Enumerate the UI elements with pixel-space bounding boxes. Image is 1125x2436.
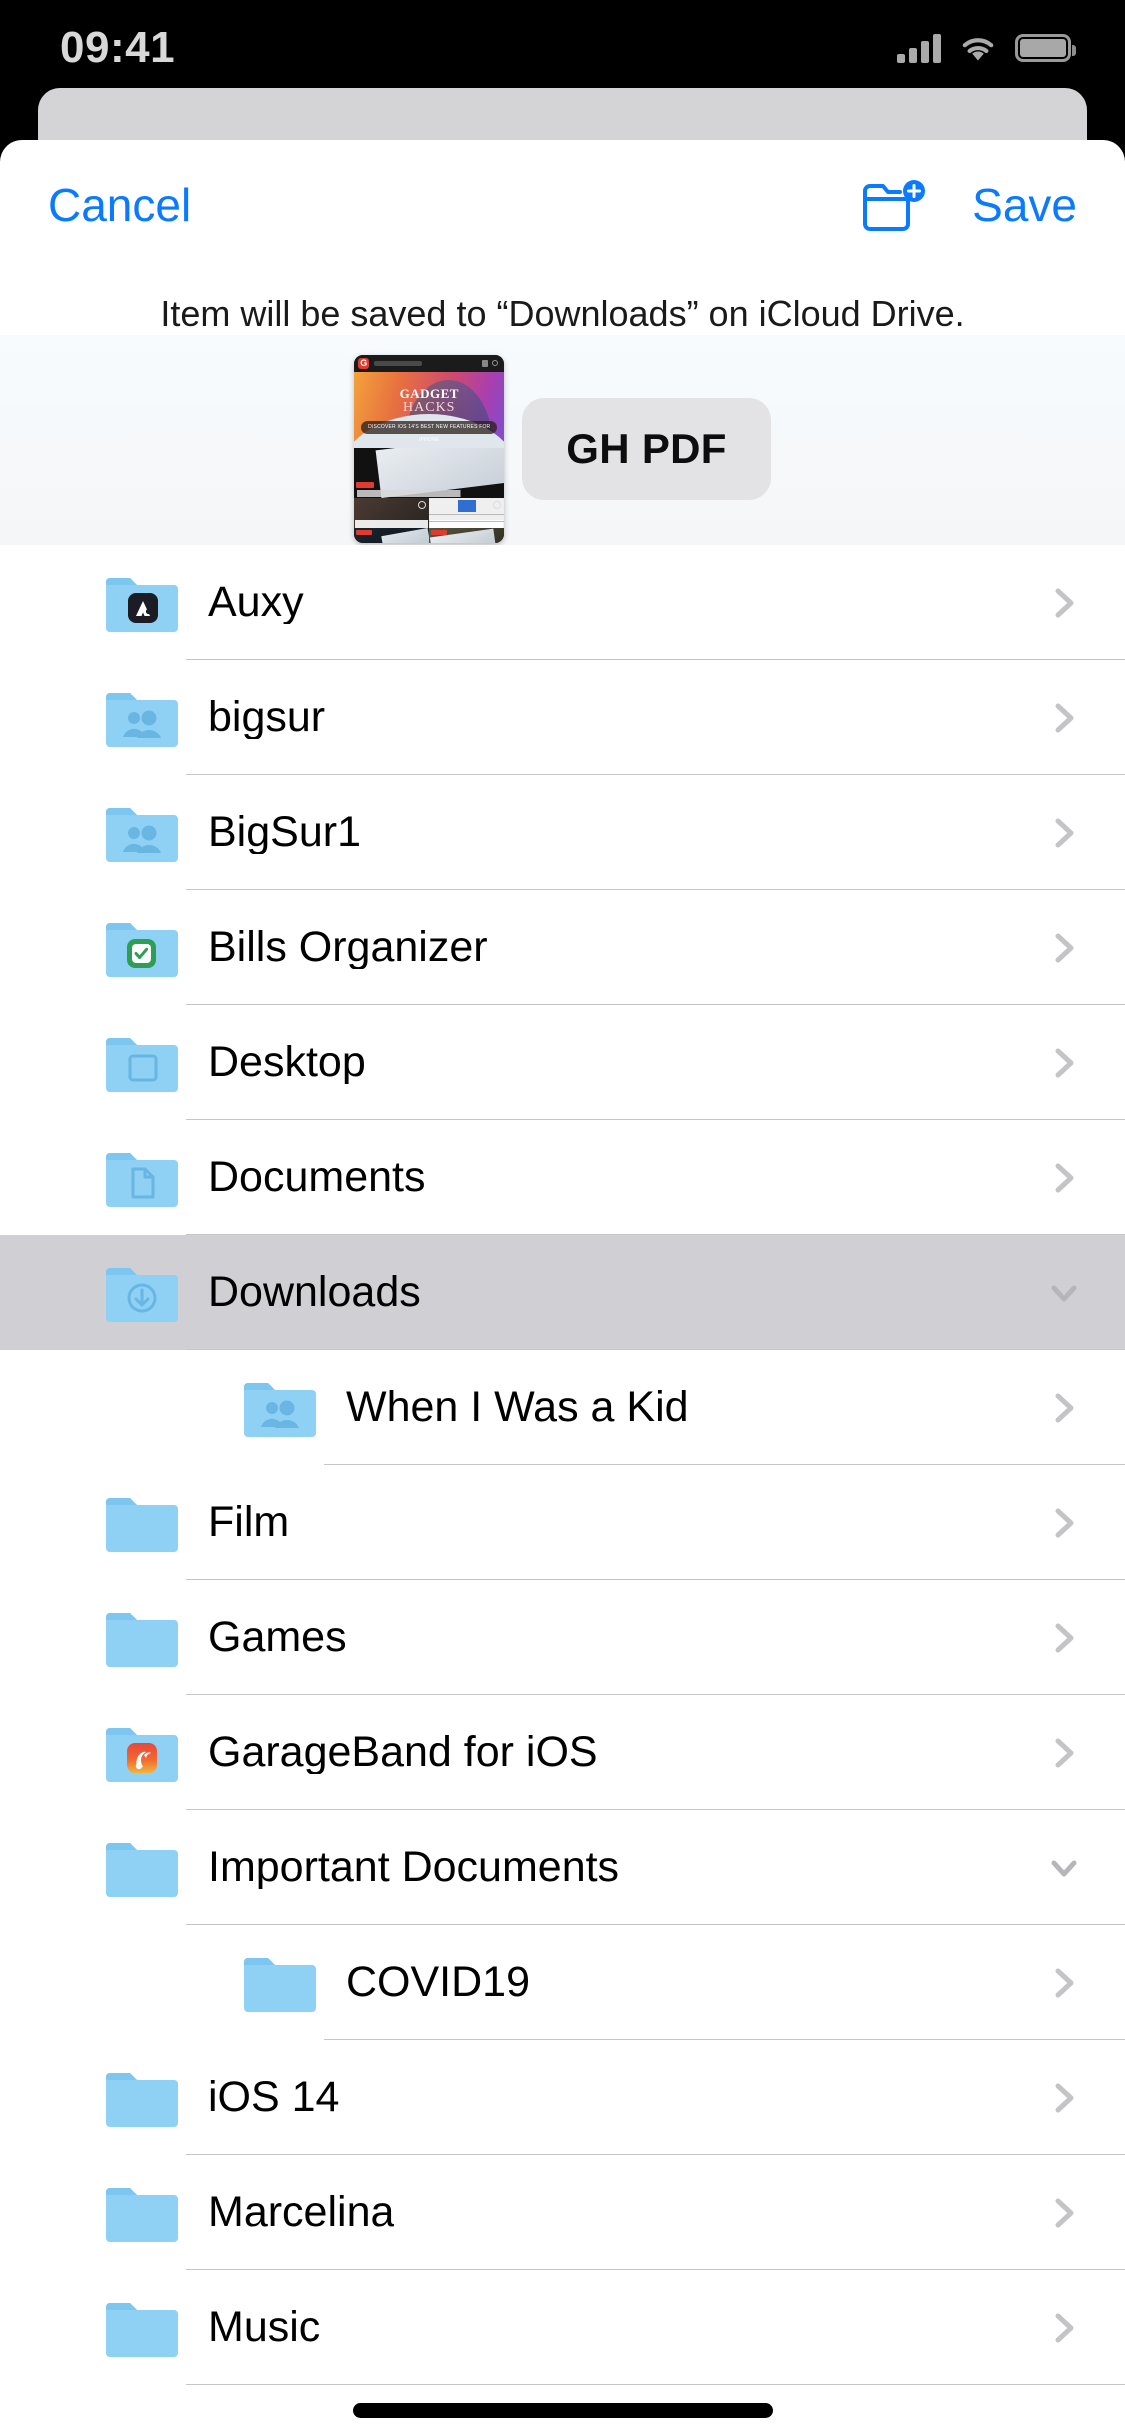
- folder-row-label: When I Was a Kid: [346, 1386, 689, 1430]
- folder-row-label: Important Documents: [208, 1846, 620, 1890]
- folder-row-when-i-was-a-kid[interactable]: When I Was a Kid: [0, 1350, 1125, 1466]
- folder-row-ios-14[interactable]: iOS 14: [0, 2040, 1125, 2156]
- row-separator: [186, 2384, 1125, 2386]
- folder-row-label: Desktop: [208, 1041, 366, 1085]
- folder-row-downloads[interactable]: Downloads: [0, 1235, 1125, 1351]
- chevron-right-icon[interactable]: [1047, 2081, 1081, 2115]
- chevron-right-icon[interactable]: [1047, 816, 1081, 850]
- folder-documents-icon: [104, 1148, 180, 1208]
- chevron-right-icon[interactable]: [1047, 1506, 1081, 1540]
- folder-row-marcelina[interactable]: Marcelina: [0, 2155, 1125, 2271]
- status-bar-indicators: [897, 33, 1076, 63]
- thumbnail-hero: GADGET HACKS DISCOVER IOS 14'S BEST NEW …: [354, 372, 505, 449]
- chevron-right-icon[interactable]: [1047, 1736, 1081, 1770]
- folder-row-music[interactable]: Music: [0, 2270, 1125, 2386]
- folder-downloads-icon: [104, 1263, 180, 1323]
- save-to-files-sheet: Cancel Save Item will be saved to “Downl…: [0, 140, 1125, 2436]
- file-preview-area: G GADGET HACKS DISCOVER IOS 14'S BEST NE…: [0, 335, 1125, 546]
- iphone-screen: 09:41 Cancel Save Item will be saved to …: [0, 0, 1125, 2436]
- folder-row-label: Music: [208, 2306, 321, 2350]
- folder-plain-icon: [104, 2298, 180, 2358]
- folder-row-auxy[interactable]: Auxy: [0, 545, 1125, 661]
- chevron-right-icon[interactable]: [1047, 1161, 1081, 1195]
- folder-row-label: Film: [208, 1501, 290, 1545]
- folder-row-desktop[interactable]: Desktop: [0, 1005, 1125, 1121]
- thumbnail-banner-text: DISCOVER IOS 14'S BEST NEW FEATURES FOR …: [361, 421, 498, 443]
- chevron-right-icon[interactable]: [1047, 1046, 1081, 1080]
- cancel-button[interactable]: Cancel: [48, 182, 191, 228]
- folder-shared-icon: [104, 688, 180, 748]
- destination-subtitle: Item will be saved to “Downloads” on iCl…: [160, 293, 965, 334]
- folder-row-covid19[interactable]: COVID19: [0, 1925, 1125, 2041]
- folder-app-garageband-icon: [104, 1723, 180, 1783]
- chevron-down-icon[interactable]: [1047, 1851, 1081, 1885]
- new-folder-icon[interactable]: [862, 178, 928, 232]
- folder-desktop-icon: [104, 1033, 180, 1093]
- folder-row-label: GarageBand for iOS: [208, 1731, 598, 1775]
- folder-row-bills-organizer[interactable]: Bills Organizer: [0, 890, 1125, 1006]
- folder-row-label: Documents: [208, 1156, 426, 1200]
- folder-row-label: Marcelina: [208, 2191, 395, 2235]
- folder-row-label: bigsur: [208, 696, 326, 740]
- filename-field[interactable]: GH PDF: [522, 398, 771, 501]
- battery-icon: [1015, 34, 1076, 62]
- folder-shared-icon: [104, 803, 180, 863]
- chevron-right-icon[interactable]: [1047, 1391, 1081, 1425]
- folder-shared-icon: [242, 1378, 318, 1438]
- save-button[interactable]: Save: [972, 182, 1077, 228]
- folder-row-garageband-for-ios[interactable]: GarageBand for iOS: [0, 1695, 1125, 1811]
- folder-plain-icon: [104, 1493, 180, 1553]
- chevron-right-icon[interactable]: [1047, 701, 1081, 735]
- status-bar: 09:41: [0, 0, 1125, 96]
- thumbnail-article-grid-2: [354, 528, 505, 544]
- folder-row-label: BigSur1: [208, 811, 361, 855]
- folder-row-label: iOS 14: [208, 2076, 340, 2120]
- thumbnail-title-line2: HACKS: [403, 400, 456, 416]
- wifi-icon: [958, 34, 998, 63]
- chevron-right-icon[interactable]: [1047, 586, 1081, 620]
- folder-app-reminders-icon: [104, 918, 180, 978]
- chevron-right-icon[interactable]: [1047, 2196, 1081, 2230]
- thumbnail-browser-bar: G: [354, 355, 505, 373]
- chevron-right-icon[interactable]: [1047, 931, 1081, 965]
- folder-plain-icon: [104, 2183, 180, 2243]
- folder-row-label: Games: [208, 1616, 347, 1660]
- folder-row-games[interactable]: Games: [0, 1580, 1125, 1696]
- folder-row-bigsur1[interactable]: BigSur1: [0, 775, 1125, 891]
- status-bar-clock: 09:41: [60, 23, 176, 72]
- folder-app-auxy-icon: [104, 573, 180, 633]
- folder-row-documents[interactable]: Documents: [0, 1120, 1125, 1236]
- chevron-right-icon[interactable]: [1047, 2311, 1081, 2345]
- document-thumbnail: G GADGET HACKS DISCOVER IOS 14'S BEST NE…: [354, 355, 505, 544]
- thumbnail-article-hero: [354, 448, 505, 499]
- folder-row-label: Auxy: [208, 581, 304, 625]
- folder-list: Auxy bigsur BigSur1 Bills Organizer Desktop D…: [0, 545, 1125, 2386]
- folder-row-label: Downloads: [208, 1271, 421, 1315]
- chevron-right-icon[interactable]: [1047, 1621, 1081, 1655]
- folder-plain-icon: [104, 1838, 180, 1898]
- folder-row-important-documents[interactable]: Important Documents: [0, 1810, 1125, 1926]
- folder-row-bigsur[interactable]: bigsur: [0, 660, 1125, 776]
- folder-plain-icon: [104, 2068, 180, 2128]
- chevron-right-icon[interactable]: [1047, 1966, 1081, 2000]
- sheet-toolbar: Cancel Save: [0, 140, 1125, 270]
- folder-row-film[interactable]: Film: [0, 1465, 1125, 1581]
- folder-row-label: Bills Organizer: [208, 926, 488, 970]
- chevron-down-icon[interactable]: [1047, 1276, 1081, 1310]
- folder-plain-icon: [104, 1608, 180, 1668]
- signal-bars-icon: [897, 33, 941, 63]
- thumbnail-article-grid: [354, 498, 505, 529]
- folder-row-label: COVID19: [346, 1961, 531, 2005]
- toolbar-right-group: Save: [862, 178, 1077, 232]
- folder-plain-icon: [242, 1953, 318, 2013]
- background-card: [38, 88, 1087, 148]
- home-indicator[interactable]: [352, 2403, 773, 2418]
